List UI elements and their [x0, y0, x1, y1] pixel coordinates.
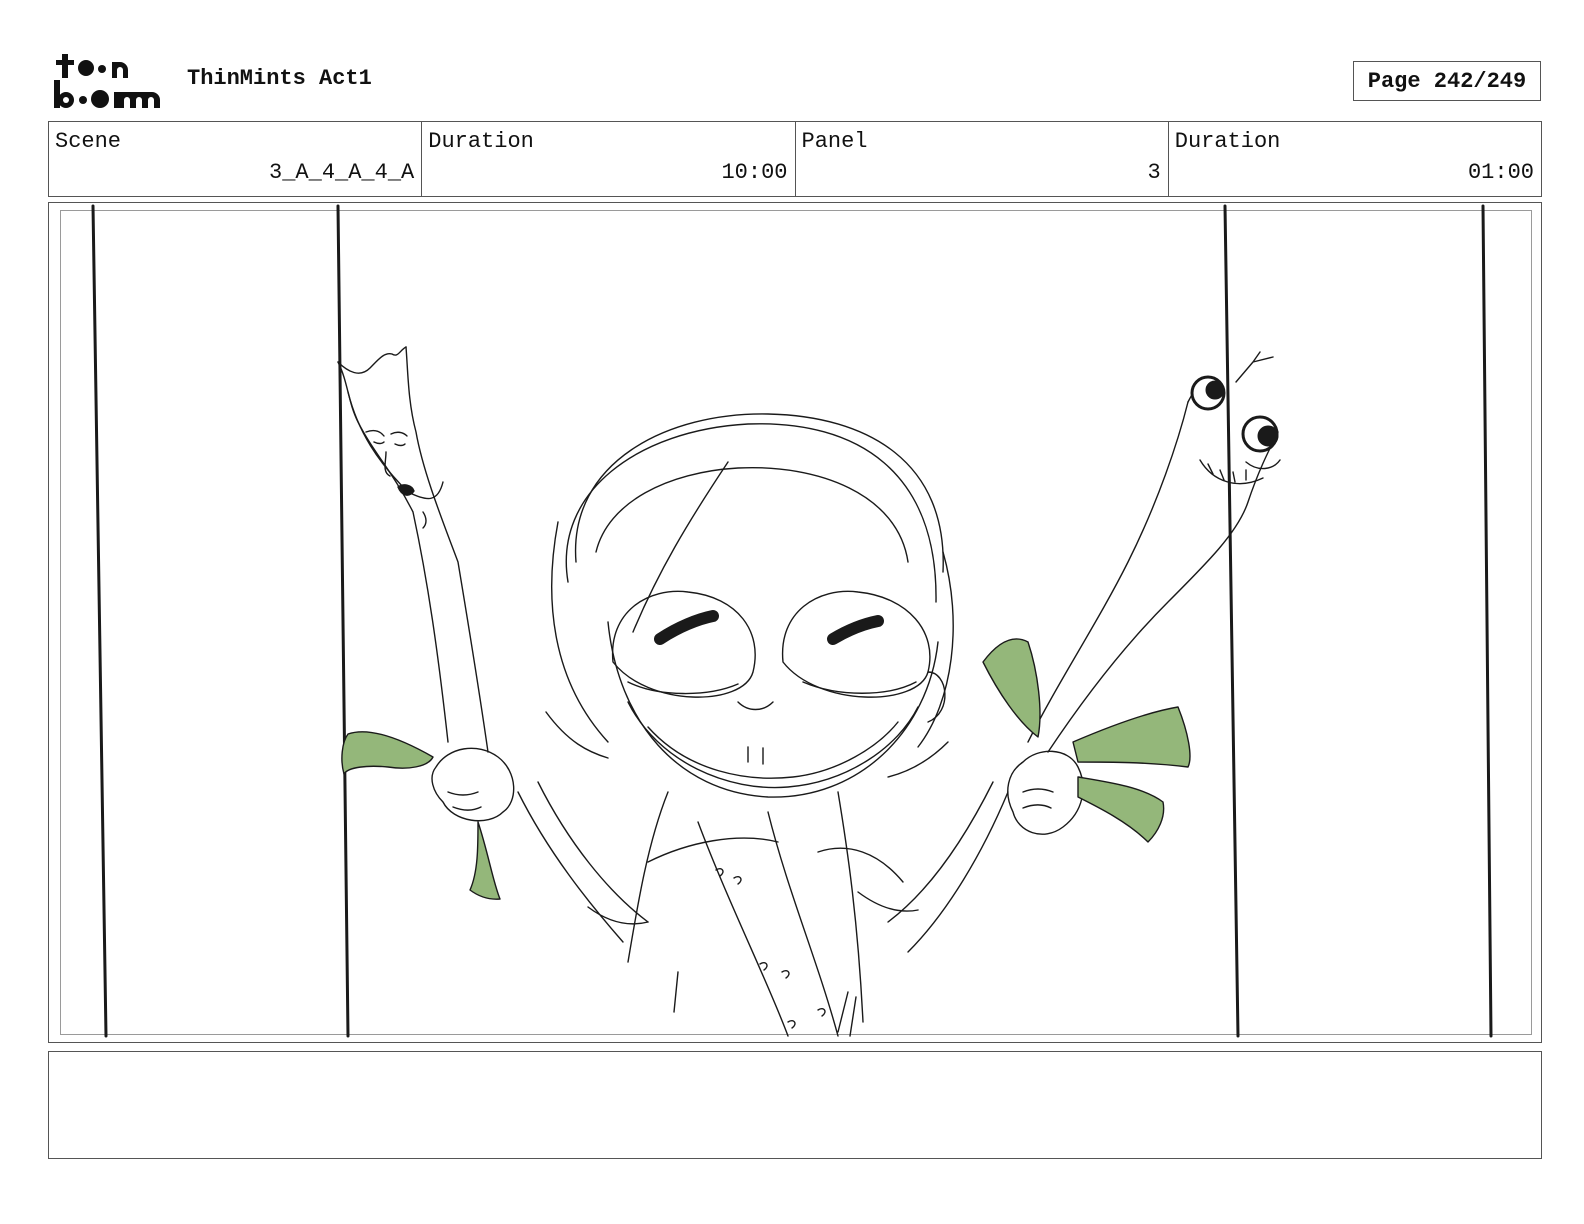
cage-bars: [91, 204, 1493, 1038]
scene-duration-label: Duration: [428, 129, 534, 154]
panel-notes-box: [48, 1051, 1542, 1159]
scene-value: 3_A_4_A_4_A: [269, 160, 415, 185]
project-title: ThinMints Act1: [187, 66, 372, 91]
girl-eyes: [654, 610, 884, 645]
right-puppet-ribbons: [982, 638, 1191, 843]
scene-duration-cell: Duration 10:00: [422, 122, 796, 196]
scene-cell: Scene 3_A_4_A_4_A: [49, 122, 423, 196]
panel-sketch-drawing: [91, 204, 1493, 1038]
panel-info-row: Scene 3_A_4_A_4_A Duration 10:00 Panel 3…: [48, 121, 1542, 197]
girl-figure: [517, 413, 1009, 1037]
panel-duration-label: Duration: [1174, 129, 1281, 154]
panel-cell: Panel 3: [796, 122, 1169, 196]
panel-label: Panel: [801, 129, 868, 154]
page-number: Page 242/249: [1353, 61, 1541, 101]
left-puppet-ribbons: [341, 731, 501, 900]
right-puppet-eyes: [1190, 375, 1279, 453]
panel-duration-value: 01:00: [1467, 160, 1534, 185]
scene-label: Scene: [55, 129, 122, 154]
scene-duration-value: 10:00: [721, 160, 788, 185]
panel-duration-cell: Duration 01:00: [1169, 122, 1541, 196]
toonboom-logo: [54, 54, 160, 108]
panel-value: 3: [1147, 160, 1161, 185]
